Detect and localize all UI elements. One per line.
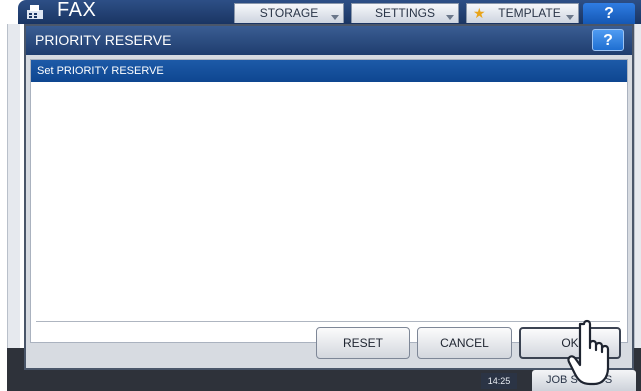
list-header: Set PRIORITY RESERVE: [31, 60, 627, 82]
hand-pointer-icon: [567, 319, 610, 386]
dialog-title-bar: PRIORITY RESERVE ?: [26, 26, 632, 55]
caret-down-icon: [566, 15, 574, 20]
tab-template-label: TEMPLATE: [498, 6, 561, 20]
app-help-button[interactable]: ?: [583, 3, 635, 24]
caret-down-icon: [446, 15, 454, 20]
tab-settings-label: SETTINGS: [374, 6, 435, 20]
button-divider: [36, 321, 620, 322]
help-icon: ?: [603, 32, 613, 49]
tab-storage[interactable]: STORAGE: [234, 3, 344, 23]
screen: FAX STORAGE SETTINGS ★ TEMPLATE ? 14:25 …: [0, 0, 641, 391]
tab-settings[interactable]: SETTINGS: [351, 3, 459, 23]
list-header-label: Set PRIORITY RESERVE: [37, 65, 164, 77]
reserve-list: Set PRIORITY RESERVE: [30, 59, 628, 343]
tab-storage-label: STORAGE: [259, 6, 319, 20]
cancel-button[interactable]: CANCEL: [417, 327, 512, 359]
dialog-title: PRIORITY RESERVE: [35, 32, 172, 48]
clock: 14:25: [481, 373, 517, 389]
help-button[interactable]: ?: [592, 29, 624, 51]
caret-down-icon: [331, 15, 339, 20]
left-panel-edge: [7, 24, 20, 369]
reset-button[interactable]: RESET: [316, 327, 410, 359]
tab-template[interactable]: ★ TEMPLATE: [466, 3, 579, 23]
priority-reserve-dialog: PRIORITY RESERVE ? Set PRIORITY RESERVE …: [24, 24, 634, 370]
star-icon: ★: [473, 5, 486, 21]
fax-icon: [27, 5, 43, 19]
right-panel-edge: [634, 24, 641, 369]
app-title: FAX: [57, 0, 97, 21]
